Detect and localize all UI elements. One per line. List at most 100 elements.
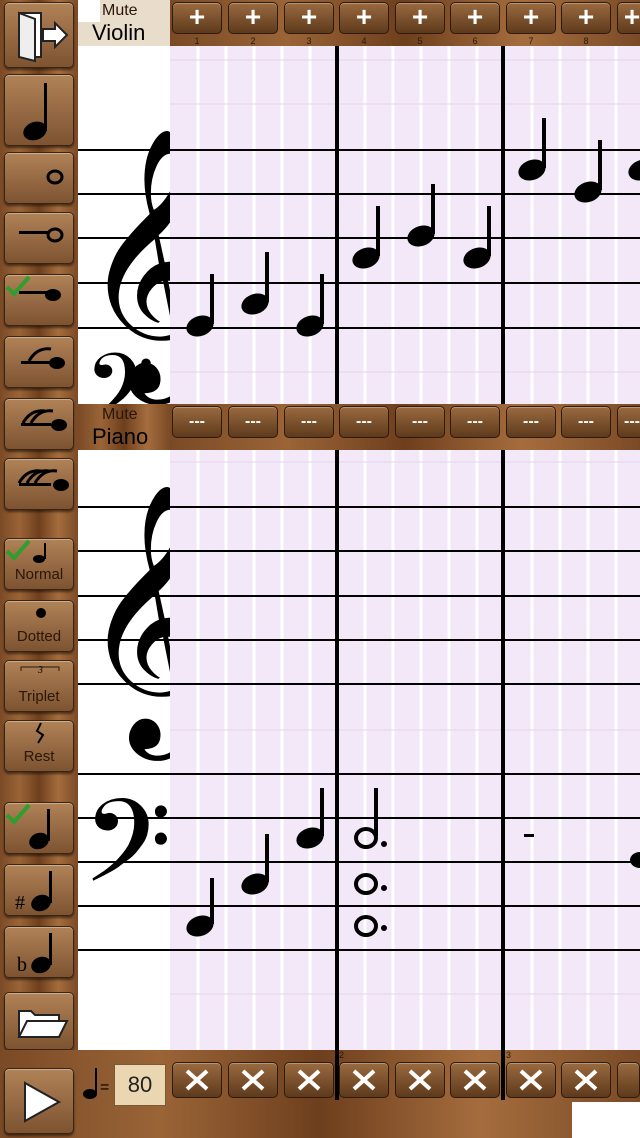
violin-clef-svg: 𝄞 𝄢 (78, 126, 170, 404)
measure-option-button[interactable]: --- (395, 406, 445, 438)
bar-number: 2 (339, 1050, 345, 1060)
check-icon (5, 275, 31, 297)
add-measure-button[interactable]: + (395, 2, 445, 34)
measure-option-button[interactable]: --- (172, 406, 222, 438)
whole-note-button[interactable] (4, 152, 74, 204)
tools-icon (185, 1069, 209, 1091)
tools-button[interactable] (561, 1062, 611, 1098)
eighth-note-button[interactable] (4, 336, 74, 388)
footer-bar: = 2 3 (0, 1050, 640, 1138)
horizontal-scroll-thumb[interactable] (572, 1102, 640, 1138)
add-measure-button[interactable]: + (561, 2, 611, 34)
treble-clef-icon: 𝄞 (80, 482, 170, 761)
measure-number: 1 (194, 36, 200, 46)
tools-button[interactable] (172, 1062, 222, 1098)
quarter-note-button[interactable] (4, 74, 74, 146)
tools-icon (574, 1069, 598, 1091)
rest-label: Rest (23, 748, 55, 765)
tools-button[interactable] (506, 1062, 556, 1098)
measure-option-button[interactable]: --- (561, 406, 611, 438)
note-group (186, 118, 640, 337)
measure-option-button[interactable]: --- (284, 406, 334, 438)
measure-number: 2 (250, 36, 256, 46)
sharp-button[interactable]: # (4, 864, 74, 916)
piano-track-label[interactable]: Mute Piano (78, 404, 170, 450)
rest-button[interactable]: Rest (4, 720, 74, 772)
piano-staff[interactable] (170, 450, 640, 1050)
natural-button[interactable] (4, 802, 74, 854)
measure-number: 5 (417, 36, 423, 46)
measure-option-button[interactable]: --- (506, 406, 556, 438)
add-measure-button[interactable]: + (506, 2, 556, 34)
measure-number: 3 (306, 36, 312, 46)
tools-button[interactable] (617, 1062, 640, 1098)
mute-label: Mute (102, 406, 138, 423)
measure-option-button[interactable]: --- (339, 406, 389, 438)
piano-measure-strip: --- --- --- --- --- --- --- --- --- (170, 404, 640, 450)
tool-sidebar: Normal Dotted 3 Triplet Rest # b (0, 0, 78, 1138)
tools-icon (408, 1069, 432, 1091)
violin-clef-area: 𝄞 𝄢 (78, 46, 170, 404)
bar-number: 3 (506, 1050, 512, 1060)
tools-button[interactable] (284, 1062, 334, 1098)
violin-staff[interactable] (170, 46, 640, 404)
add-measure-button[interactable]: + (284, 2, 334, 34)
violin-track-label[interactable]: Mute Violin (78, 0, 170, 46)
check-icon (5, 803, 31, 825)
dot-icon (36, 608, 46, 618)
mute-label: Mute (102, 2, 138, 19)
measure-option-button[interactable]: --- (617, 406, 640, 438)
barline (501, 1050, 505, 1100)
sixteenth-note-icon (21, 409, 67, 431)
barline (335, 1050, 339, 1100)
half-note-button[interactable] (4, 212, 74, 264)
add-measure-button[interactable]: + (450, 2, 500, 34)
quarter-note-icon (23, 83, 47, 141)
dotted-button[interactable]: Dotted (4, 600, 74, 652)
instrument-name: Violin (92, 20, 146, 45)
mute-checkbox[interactable] (78, 0, 100, 22)
instrument-name: Piano (92, 424, 149, 449)
tools-icon (463, 1069, 487, 1091)
open-file-button[interactable] (4, 992, 74, 1050)
flat-button[interactable]: b (4, 926, 74, 978)
measure-number: 8 (583, 36, 589, 46)
normal-duration-button[interactable]: Normal (4, 538, 74, 590)
measure-option-button[interactable]: --- (450, 406, 500, 438)
bass-clef-icon: 𝄢 (82, 775, 170, 938)
triplet-icon: 3 (20, 665, 60, 676)
add-measure-button[interactable]: + (617, 2, 640, 34)
thirty-second-note-button[interactable] (4, 458, 74, 510)
add-measure-button[interactable]: + (339, 2, 389, 34)
sixteenth-note-button[interactable] (4, 398, 74, 450)
eighth-note-icon (21, 347, 65, 369)
svg-text:b: b (17, 954, 27, 976)
tempo-note-icon: = (83, 1068, 109, 1099)
quarter-duration-button[interactable] (4, 274, 74, 326)
tools-button[interactable] (450, 1062, 500, 1098)
violin-staff-svg (170, 46, 640, 404)
exit-button[interactable] (4, 2, 74, 68)
thirty-second-note-icon (17, 469, 69, 491)
triplet-button[interactable]: 3 Triplet (4, 660, 74, 712)
tools-button[interactable] (339, 1062, 389, 1098)
half-note-icon (19, 227, 64, 243)
play-icon (24, 1081, 62, 1123)
tools-icon (297, 1069, 321, 1091)
bass-clef-icon: 𝄢 (84, 334, 155, 404)
tempo-input[interactable]: 80 (114, 1064, 166, 1106)
tools-button[interactable] (228, 1062, 278, 1098)
add-measure-button[interactable]: + (228, 2, 278, 34)
svg-text:=: = (100, 1079, 109, 1096)
tools-icon (519, 1069, 543, 1091)
play-button[interactable] (4, 1068, 74, 1134)
tools-icon (241, 1069, 265, 1091)
measure-option-button[interactable]: --- (228, 406, 278, 438)
tools-button[interactable] (395, 1062, 445, 1098)
piano-clef-area: 𝄞 𝄢 (78, 450, 170, 1050)
sharp-icon: # (15, 871, 52, 914)
open-folder-icon (17, 1010, 69, 1038)
add-measure-button[interactable]: + (172, 2, 222, 34)
triplet-label: Triplet (18, 688, 60, 705)
whole-note-icon (46, 169, 64, 185)
